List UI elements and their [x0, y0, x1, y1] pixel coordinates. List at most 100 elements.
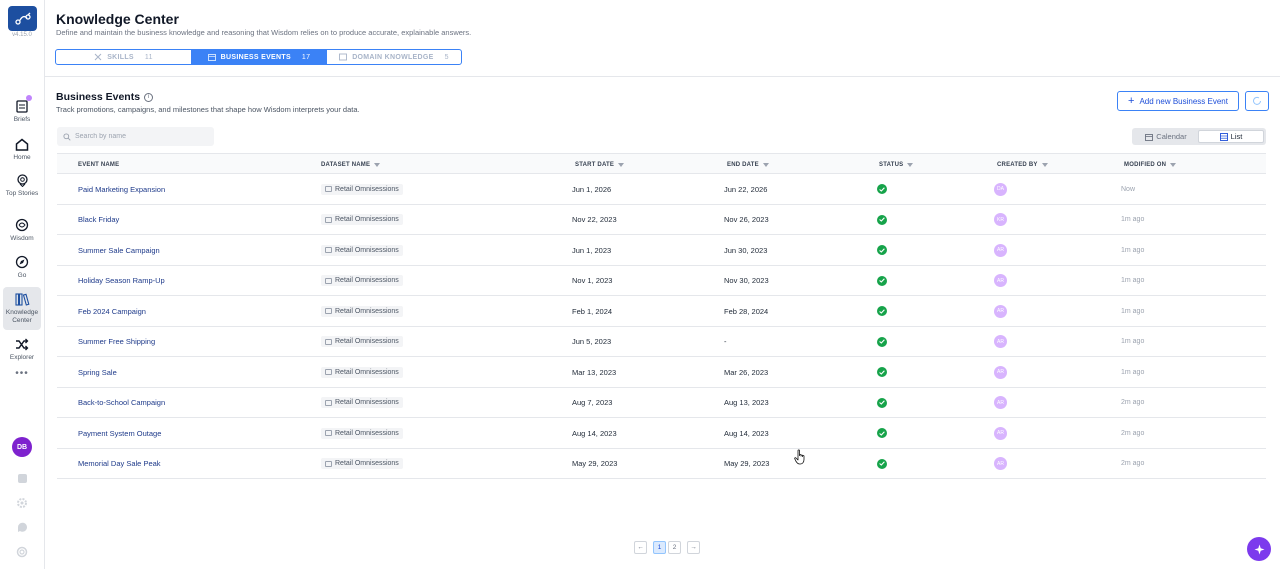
refresh-button[interactable]	[1245, 91, 1269, 111]
chat-icon[interactable]	[15, 520, 29, 534]
event-name-link[interactable]: Memorial Day Sale Peak	[78, 449, 161, 479]
dataset-chip[interactable]: Retail Omnisessions	[321, 397, 403, 408]
event-name-link[interactable]: Payment System Outage	[78, 418, 161, 448]
event-name-link[interactable]: Black Friday	[78, 205, 119, 235]
table-row[interactable]: Memorial Day Sale Peak Retail Omnisession…	[57, 449, 1266, 479]
sidebar-item-go[interactable]: Go	[3, 254, 41, 280]
page-button-1[interactable]: 1	[653, 541, 666, 554]
dataset-chip[interactable]: Retail Omnisessions	[321, 244, 403, 256]
assistant-fab-button[interactable]	[1247, 537, 1271, 561]
column-header-event-name[interactable]: EVENT NAME	[78, 154, 119, 175]
tab-count: 17	[301, 53, 311, 61]
refresh-icon	[1253, 96, 1261, 105]
created-by-cell: AR	[994, 266, 1007, 296]
sort-caret-icon	[907, 162, 914, 167]
table-row[interactable]: Black Friday Retail Omnisessions Nov 22, 2…	[57, 205, 1266, 235]
search-input[interactable]	[75, 133, 205, 140]
dataset-icon	[325, 277, 332, 284]
app-logo[interactable]	[8, 6, 37, 31]
dataset-label: Retail Omnisessions	[335, 185, 399, 193]
modified-on-cell: 1m ago	[1121, 338, 1145, 345]
dataset-chip[interactable]: Retail Omnisessions	[321, 183, 403, 195]
dataset-cell: Retail Omnisessions	[321, 235, 403, 265]
table-row[interactable]: Holiday Season Ramp-Up Retail Omnisession…	[57, 266, 1266, 296]
modified-on-cell: Now	[1121, 185, 1136, 193]
sidebar-item-label: Wisdom	[10, 235, 34, 242]
table-row[interactable]: Back-to-School Campaign Retail Omnisessio…	[57, 388, 1266, 418]
dataset-chip[interactable]: Retail Omnisessions	[321, 305, 403, 317]
dataset-cell: Retail Omnisessions	[321, 266, 403, 296]
tab-skills[interactable]: SKILLS 11	[56, 50, 191, 64]
header-divider	[45, 76, 1280, 77]
dataset-chip[interactable]: Retail Omnisessions	[321, 336, 403, 347]
table-row[interactable]: Summer Free Shipping Retail Omnisessions J…	[57, 327, 1266, 357]
sidebar-item-briefs[interactable]: Briefs	[3, 95, 41, 124]
dataset-label: Retail Omnisessions	[335, 307, 399, 315]
sidebar-item-label: Top Stories	[5, 190, 39, 197]
info-icon[interactable]: i	[144, 92, 154, 102]
end-date-cell: Mar 26, 2023	[724, 367, 769, 377]
event-name-link[interactable]: Back-to-School Campaign	[78, 388, 165, 418]
gear-icon[interactable]	[15, 496, 29, 510]
dataset-chip[interactable]: Retail Omnisessions	[321, 275, 403, 286]
user-avatar[interactable]: DB	[12, 437, 32, 457]
add-business-event-button[interactable]: + Add new Business Event	[1117, 91, 1239, 111]
event-name-link[interactable]: Holiday Season Ramp-Up	[78, 266, 165, 296]
sidebar-item-knowledge-center[interactable]: Knowledge Center	[3, 287, 41, 330]
sidebar-item-wisdom[interactable]: Wisdom	[3, 217, 41, 243]
dataset-chip[interactable]: Retail Omnisessions	[321, 458, 403, 469]
list-view-option[interactable]: List	[1198, 130, 1264, 143]
page-description: Define and maintain the business knowled…	[56, 28, 472, 37]
dataset-chip[interactable]: Retail Omnisessions	[321, 214, 403, 225]
column-header-dataset-name[interactable]: DATASET NAME	[321, 154, 381, 175]
column-header-start-date[interactable]: START DATE	[575, 154, 625, 175]
table-row[interactable]: Payment System Outage Retail Omnisessions…	[57, 418, 1266, 449]
calendar-view-option[interactable]: Calendar	[1134, 130, 1198, 143]
table-row[interactable]: Summer Sale Campaign Retail Omnisessions J…	[57, 235, 1266, 266]
status-cell	[877, 388, 887, 418]
dataset-chip[interactable]: Retail Omnisessions	[321, 427, 403, 439]
sidebar-item-explorer[interactable]: Explorer	[3, 336, 41, 362]
list-icon	[1219, 132, 1228, 141]
status-cell	[877, 357, 887, 387]
home-icon	[14, 136, 30, 152]
column-header-modified-on[interactable]: MODIFIED ON	[1124, 154, 1177, 175]
tab-count: 11	[144, 53, 153, 61]
status-check-icon	[877, 397, 887, 408]
creator-avatar: KR	[994, 213, 1007, 226]
column-header-created-by[interactable]: CREATED BY	[997, 154, 1048, 175]
start-date-cell: Mar 13, 2023	[572, 367, 617, 377]
created-by-cell: AR	[994, 327, 1007, 357]
column-header-status[interactable]: STATUS	[879, 154, 914, 175]
table-row[interactable]: Paid Marketing Expansion Retail Omnisessi…	[57, 174, 1266, 205]
event-name-link[interactable]: Paid Marketing Expansion	[78, 174, 165, 204]
tab-count: 5	[444, 53, 449, 61]
event-name-link[interactable]: Spring Sale	[78, 357, 117, 387]
table-header: EVENT NAME DATASET NAME START DATE END D…	[57, 153, 1266, 174]
more-menu-icon[interactable]: •••	[0, 368, 44, 379]
creator-avatar: AR	[994, 304, 1007, 318]
modified-on-cell: 2m ago	[1121, 399, 1145, 406]
sidebar-item-top-stories[interactable]: Top Stories	[3, 172, 41, 198]
dataset-chip[interactable]: Retail Omnisessions	[321, 366, 403, 378]
event-name-link[interactable]: Summer Sale Campaign	[78, 235, 160, 265]
support-icon[interactable]	[15, 545, 29, 559]
page-button-2[interactable]: 2	[668, 541, 681, 554]
sidebar-item-home[interactable]: Home	[3, 136, 41, 162]
next-page-button[interactable]: →	[687, 541, 700, 554]
table-row[interactable]: Spring Sale Retail Omnisessions Mar 13, 20…	[57, 357, 1266, 388]
event-name-link[interactable]: Feb 2024 Campaign	[78, 296, 146, 326]
tab-business-events[interactable]: BUSINESS EVENTS 17	[191, 50, 326, 64]
tab-domain-knowledge[interactable]: DOMAIN KNOWLEDGE 5	[326, 50, 461, 64]
event-name-link[interactable]: Summer Free Shipping	[78, 327, 155, 357]
document-icon[interactable]	[15, 471, 29, 485]
dataset-cell: Retail Omnisessions	[321, 449, 403, 479]
column-header-end-date[interactable]: END DATE	[727, 154, 769, 175]
modified-on-cell: 1m ago	[1121, 216, 1145, 223]
page-title: Knowledge Center	[56, 11, 179, 27]
prev-page-button[interactable]: ←	[634, 541, 647, 554]
created-by-cell: AR	[994, 418, 1007, 448]
end-date-cell: Nov 30, 2023	[724, 276, 769, 285]
section-description: Track promotions, campaigns, and milesto…	[56, 105, 360, 114]
table-row[interactable]: Feb 2024 Campaign Retail Omnisessions Feb …	[57, 296, 1266, 327]
